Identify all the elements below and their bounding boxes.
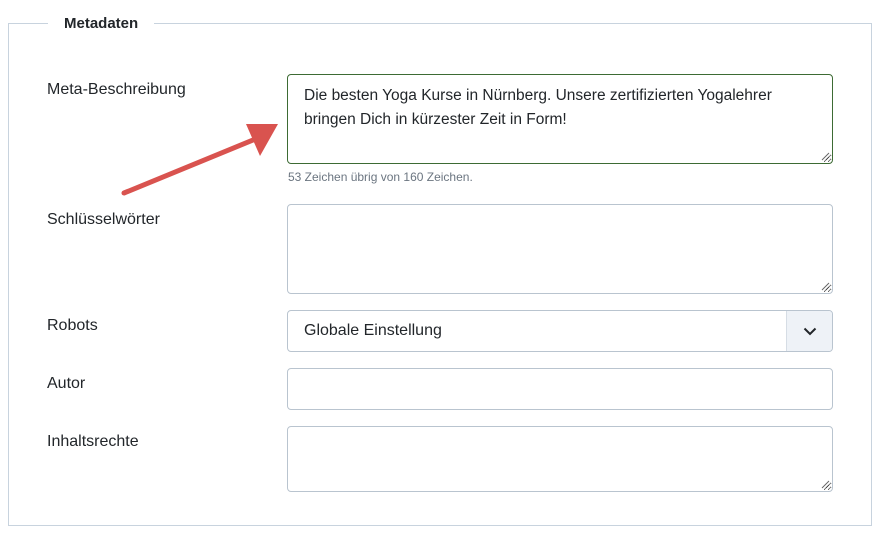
robots-selected-value: Globale Einstellung xyxy=(304,322,442,339)
author-label: Autor xyxy=(47,375,86,392)
chevron-down-icon xyxy=(803,327,816,335)
fieldset-legend: Metadaten xyxy=(48,14,155,34)
keywords-label: Schlüsselwörter xyxy=(47,211,160,228)
rights-textarea[interactable] xyxy=(287,426,833,492)
meta-description-textarea[interactable]: Die besten Yoga Kurse in Nürnberg. Unser… xyxy=(287,74,833,164)
meta-description-value: Die besten Yoga Kurse in Nürnberg. Unser… xyxy=(304,87,772,128)
author-input[interactable] xyxy=(287,368,833,410)
robots-select[interactable]: Globale Einstellung xyxy=(287,310,833,352)
char-count-hint: 53 Zeichen übrig von 160 Zeichen. xyxy=(288,170,473,184)
resize-grip-icon[interactable] xyxy=(821,282,830,291)
meta-description-label: Meta-Beschreibung xyxy=(47,81,186,98)
robots-dropdown-button[interactable] xyxy=(786,311,832,351)
rights-label: Inhaltsrechte xyxy=(47,433,139,450)
keywords-textarea[interactable] xyxy=(287,204,833,294)
robots-label: Robots xyxy=(47,317,98,334)
annotation-arrow-icon xyxy=(121,124,278,196)
resize-grip-icon[interactable] xyxy=(821,480,830,489)
resize-grip-icon[interactable] xyxy=(821,152,830,161)
